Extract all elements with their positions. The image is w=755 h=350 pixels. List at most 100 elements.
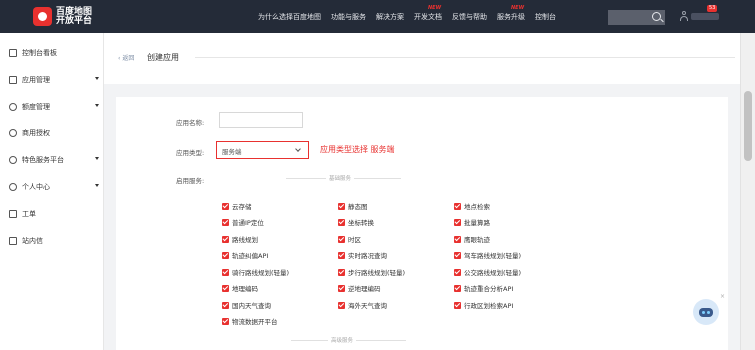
service-checkbox[interactable]: 行政区划检索API <box>454 300 513 310</box>
caret-down-icon <box>95 184 99 187</box>
nav-solutions[interactable]: 解决方案 <box>376 12 404 22</box>
checkbox-checked-icon <box>222 301 229 309</box>
annotation-text: 应用类型选择 服务端 <box>320 145 395 154</box>
checkbox-checked-icon <box>338 284 345 292</box>
grid-icon <box>9 76 17 84</box>
caret-down-icon <box>95 157 99 160</box>
service-checkbox[interactable]: 驾车路线规划(轻量) <box>454 250 521 260</box>
logo-line-2: 开放平台 <box>56 15 93 26</box>
checkbox-checked-icon <box>222 251 229 259</box>
page-title: 创建应用 <box>147 53 179 62</box>
checkbox-checked-icon <box>454 268 461 276</box>
service-checkbox[interactable]: 物流数据开平台 <box>222 316 278 326</box>
nav-feedback[interactable]: 反馈与帮助 <box>452 12 487 22</box>
new-badge: NEW <box>428 4 442 11</box>
service-checkbox[interactable]: 鹰眼轨迹 <box>454 234 490 244</box>
close-icon[interactable]: × <box>720 293 725 300</box>
nav-features[interactable]: 功能与服务 <box>331 12 366 22</box>
paw-icon <box>33 7 52 26</box>
app-name-label: 应用名称: <box>176 119 205 127</box>
person-icon <box>9 183 17 191</box>
service-checkbox[interactable]: 路线规划 <box>222 234 258 244</box>
sidebar-item-dashboard[interactable]: 控制台看板 <box>9 48 99 58</box>
checkbox-checked-icon <box>222 317 229 325</box>
dashboard-icon <box>9 49 17 57</box>
checkbox-checked-icon <box>454 202 461 210</box>
breadcrumb: ‹ 返回 创建应用 <box>104 33 740 84</box>
service-checkbox[interactable]: 逆地理编码 <box>338 283 381 293</box>
service-checkbox[interactable]: 轨迹纠偏API <box>222 250 268 260</box>
service-checkbox[interactable]: 国内天气查询 <box>222 300 271 310</box>
checkbox-checked-icon <box>454 218 461 226</box>
sidebar: 控制台看板 应用管理 额度管理 商用授权 特色服务平台 个人中心 工单 站内信 <box>0 33 104 350</box>
nav-why-baidu[interactable]: 为什么选择百度地图 <box>258 12 321 22</box>
app-name-input[interactable] <box>219 112 303 128</box>
service-checkbox[interactable]: 轨迹重合分析API <box>454 283 513 293</box>
app-type-label: 应用类型: <box>176 149 205 157</box>
sidebar-item-messages[interactable]: 站内信 <box>9 236 99 246</box>
nav-upgrade[interactable]: NEW 服务升级 <box>497 5 525 22</box>
page-scrollbar[interactable] <box>740 33 755 350</box>
checkbox-checked-icon <box>454 284 461 292</box>
caret-down-icon <box>95 77 99 80</box>
search-icon[interactable] <box>652 12 661 21</box>
divider <box>195 57 735 58</box>
checkbox-checked-icon <box>338 251 345 259</box>
advanced-services-title: 高级服务 <box>328 336 357 344</box>
checkbox-checked-icon <box>338 301 345 309</box>
sidebar-item-tickets[interactable]: 工单 <box>9 209 99 219</box>
mail-icon <box>9 237 17 245</box>
username-masked[interactable] <box>691 13 719 20</box>
service-checkbox[interactable]: 地理编码 <box>222 283 258 293</box>
new-badge: NEW <box>511 4 525 11</box>
service-checkbox[interactable]: 公交路线规划(轻量) <box>454 267 521 277</box>
checkbox-checked-icon <box>338 235 345 243</box>
service-checkbox[interactable]: 时区 <box>338 234 361 244</box>
service-checkbox[interactable]: 批量算路 <box>454 217 490 227</box>
app-type-select[interactable]: 服务端 <box>216 141 309 159</box>
checkbox-checked-icon <box>222 268 229 276</box>
heart-icon <box>9 156 17 164</box>
sidebar-item-personal-center[interactable]: 个人中心 <box>9 182 99 192</box>
user-icon[interactable] <box>679 11 689 21</box>
top-nav: 为什么选择百度地图 功能与服务 解决方案 NEW 开发文档 反馈与帮助 NEW 服务… <box>258 0 566 33</box>
chevron-down-icon <box>295 146 301 152</box>
checkbox-checked-icon <box>222 284 229 292</box>
service-checkbox[interactable]: 海外天气查询 <box>338 300 387 310</box>
checkbox-checked-icon <box>338 218 345 226</box>
assistant-robot-icon[interactable] <box>693 299 719 325</box>
create-app-form: 应用名称: 应用类型: 服务端 应用类型选择 服务端 启用服务: 基础服务 云存… <box>116 97 728 350</box>
service-checkbox[interactable]: 实时路况查询 <box>338 250 387 260</box>
checkbox-checked-icon <box>338 268 345 276</box>
services-label: 启用服务: <box>176 177 205 185</box>
sidebar-item-featured-services[interactable]: 特色服务平台 <box>9 155 99 165</box>
search-input[interactable] <box>608 10 665 25</box>
service-checkbox[interactable]: 地点检索 <box>454 201 490 211</box>
baidu-map-logo[interactable]: 百度地图 开放平台 <box>33 7 92 26</box>
checkbox-checked-icon <box>222 202 229 210</box>
service-checkbox[interactable]: 骑行路线规划(轻量) <box>222 267 289 277</box>
service-checkbox[interactable]: 步行路线规划(轻量) <box>338 267 405 277</box>
nav-docs[interactable]: NEW 开发文档 <box>414 5 442 22</box>
checkbox-checked-icon <box>222 235 229 243</box>
shield-icon <box>9 129 17 137</box>
checkbox-checked-icon <box>454 301 461 309</box>
service-checkbox[interactable]: 坐标转换 <box>338 217 374 227</box>
nav-console[interactable]: 控制台 <box>535 12 556 22</box>
back-link[interactable]: ‹ 返回 <box>118 53 134 62</box>
top-header: 百度地图 开放平台 为什么选择百度地图 功能与服务 解决方案 NEW 开发文档 反… <box>0 0 755 33</box>
checkbox-checked-icon <box>454 235 461 243</box>
basic-services-title: 基础服务 <box>326 174 355 182</box>
sidebar-item-quota[interactable]: 额度管理 <box>9 102 99 112</box>
quota-icon <box>9 103 17 111</box>
sidebar-item-app-management[interactable]: 应用管理 <box>9 75 99 85</box>
checkbox-checked-icon <box>338 202 345 210</box>
service-checkbox[interactable]: 静态图 <box>338 201 368 211</box>
caret-down-icon <box>95 104 99 107</box>
service-checkbox[interactable]: 普通IP定位 <box>222 217 264 227</box>
service-checkbox[interactable]: 云存储 <box>222 201 252 211</box>
ticket-icon <box>9 210 17 218</box>
checkbox-checked-icon <box>222 218 229 226</box>
scrollbar-thumb[interactable] <box>744 91 752 161</box>
sidebar-item-commercial-license[interactable]: 商用授权 <box>9 128 99 138</box>
